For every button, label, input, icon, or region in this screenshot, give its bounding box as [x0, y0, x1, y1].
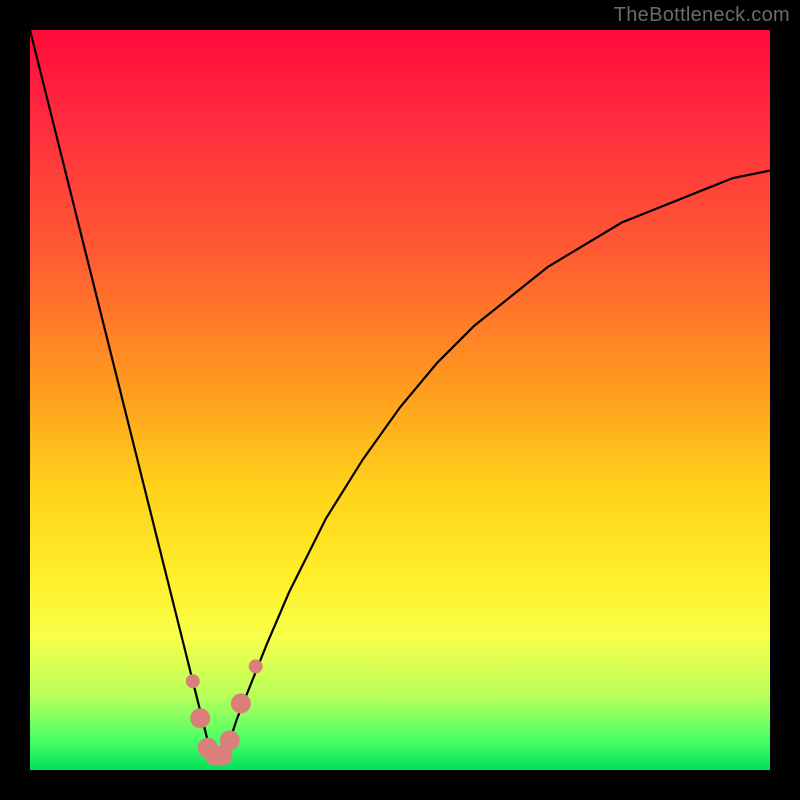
bottleneck-curve: [30, 30, 770, 755]
bottom-cluster-markers: [186, 659, 263, 765]
plot-area: [30, 30, 770, 770]
watermark-text: TheBottleneck.com: [614, 4, 790, 27]
curve-layer: [30, 30, 770, 770]
marker-point: [220, 730, 240, 750]
marker-point: [231, 693, 251, 713]
marker-point: [186, 674, 200, 688]
chart-frame: TheBottleneck.com: [0, 0, 800, 800]
marker-point: [249, 659, 263, 673]
marker-point: [190, 708, 210, 728]
